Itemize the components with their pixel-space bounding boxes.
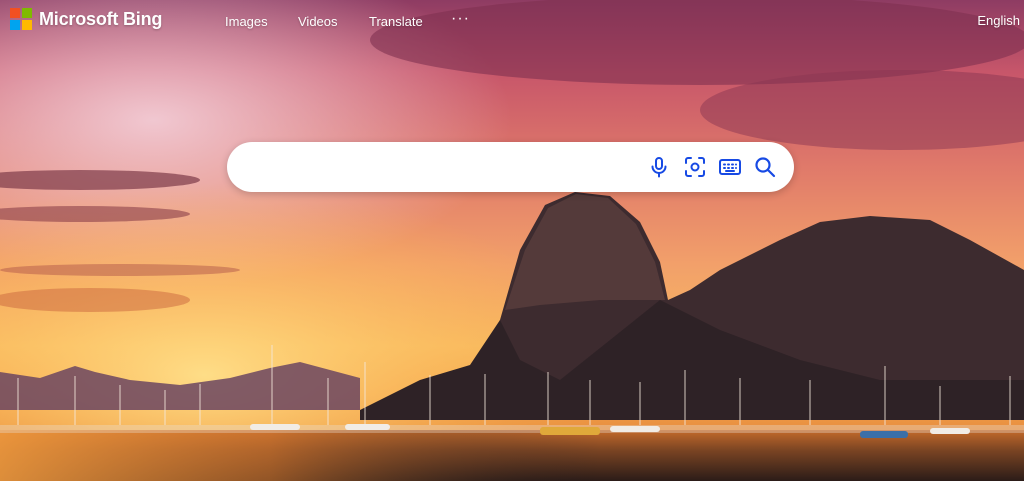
visual-search-icon[interactable] (683, 155, 707, 179)
background-image (0, 0, 1024, 481)
nav-images[interactable]: Images (225, 14, 268, 29)
search-box (227, 142, 794, 192)
top-bar: Microsoft Bing Images Videos Translate ·… (0, 0, 1024, 44)
microsoft-logo-icon (10, 8, 32, 30)
nav-translate[interactable]: Translate (369, 14, 423, 29)
brand-name: Microsoft Bing (39, 8, 163, 29)
search-icon[interactable] (753, 155, 777, 179)
language-selector[interactable]: English (977, 13, 1020, 28)
nav-videos[interactable]: Videos (298, 14, 338, 29)
ellipsis-icon[interactable]: ··· (451, 10, 470, 28)
microphone-icon[interactable] (647, 155, 671, 179)
search-input[interactable] (247, 153, 641, 183)
bing-home-link[interactable]: Microsoft Bing (10, 8, 162, 30)
keyboard-icon[interactable] (718, 155, 742, 179)
